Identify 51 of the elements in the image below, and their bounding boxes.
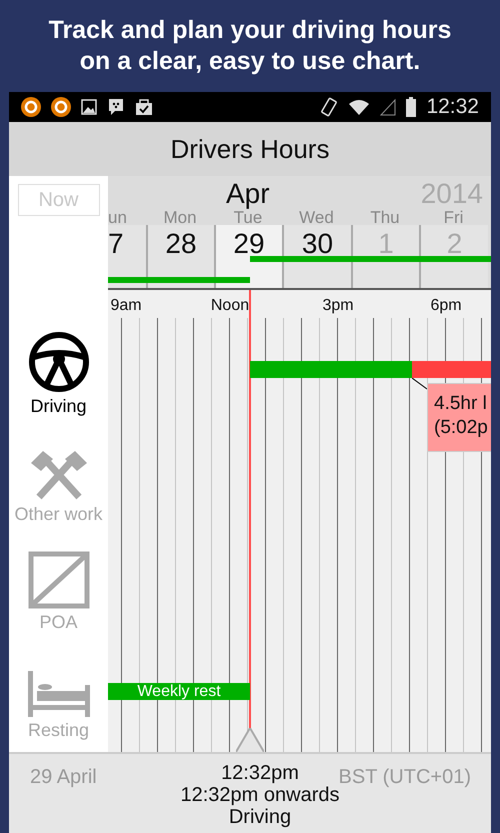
vibrate-icon — [320, 97, 338, 117]
weekday-label: Thu — [370, 210, 400, 225]
activity-button[interactable]: POA — [9, 529, 108, 637]
status-time: 12:32 — [426, 94, 479, 120]
time-label: 9am — [110, 296, 142, 316]
signal-icon — [380, 98, 396, 116]
app-icon — [51, 97, 71, 117]
bed-icon — [28, 671, 90, 717]
leader-line — [412, 378, 428, 390]
day-cell[interactable]: 30 — [282, 225, 351, 288]
weekday-label: Fri — [444, 210, 464, 225]
activity-button[interactable]: Other work — [9, 421, 108, 529]
activity-button[interactable]: Driving — [9, 313, 108, 421]
wifi-icon — [348, 98, 370, 116]
day-cell[interactable]: 28 — [146, 225, 214, 288]
headline: Track and plan your driving hours on a clear, easy to use chart. — [48, 15, 452, 77]
chat-icon — [107, 98, 125, 116]
day-cell[interactable]: 1 — [351, 225, 419, 288]
square-diagonal-icon — [28, 551, 90, 609]
weekday-label: Wed — [299, 210, 334, 225]
steering-wheel-icon — [28, 331, 90, 393]
day-number: 2 — [446, 227, 462, 261]
crossed-hammers-icon — [28, 449, 88, 501]
day-cell[interactable]: 7 — [108, 225, 146, 288]
day-cell[interactable]: 29 — [214, 225, 282, 288]
image-icon — [81, 99, 97, 115]
day-number: 30 — [302, 227, 334, 261]
time-label: 6pm — [430, 296, 462, 316]
month-label: Apr — [226, 178, 270, 210]
day-number: 28 — [165, 227, 197, 261]
activity-bar: Weekly rest — [108, 683, 250, 700]
footer-timezone: BST (UTC+01) — [338, 765, 471, 788]
time-label: Noon — [210, 296, 250, 316]
weekday-label: Tue — [234, 210, 262, 225]
app-title: Drivers Hours — [170, 132, 330, 166]
footer-time: 12:32pm — [221, 762, 299, 784]
footer-period: 12:32pm onwards — [180, 784, 340, 806]
day-cell[interactable]: 2 — [419, 225, 488, 288]
activity-button[interactable]: Resting — [9, 637, 108, 745]
limit-tooltip: 4.5hr l (5:02p — [427, 383, 491, 452]
shopping-bag-icon — [135, 98, 153, 116]
footer-date: 29 April — [30, 765, 97, 790]
day-number: 1 — [378, 227, 394, 261]
day-number: 7 — [108, 227, 124, 261]
day-number: 29 — [233, 227, 265, 261]
weekday-label: un — [108, 210, 127, 225]
app-icon — [21, 97, 41, 117]
time-label: 3pm — [322, 296, 354, 316]
weekday-label: Mon — [163, 210, 197, 225]
battery-icon — [406, 97, 416, 117]
footer-activity: Driving — [228, 806, 292, 828]
